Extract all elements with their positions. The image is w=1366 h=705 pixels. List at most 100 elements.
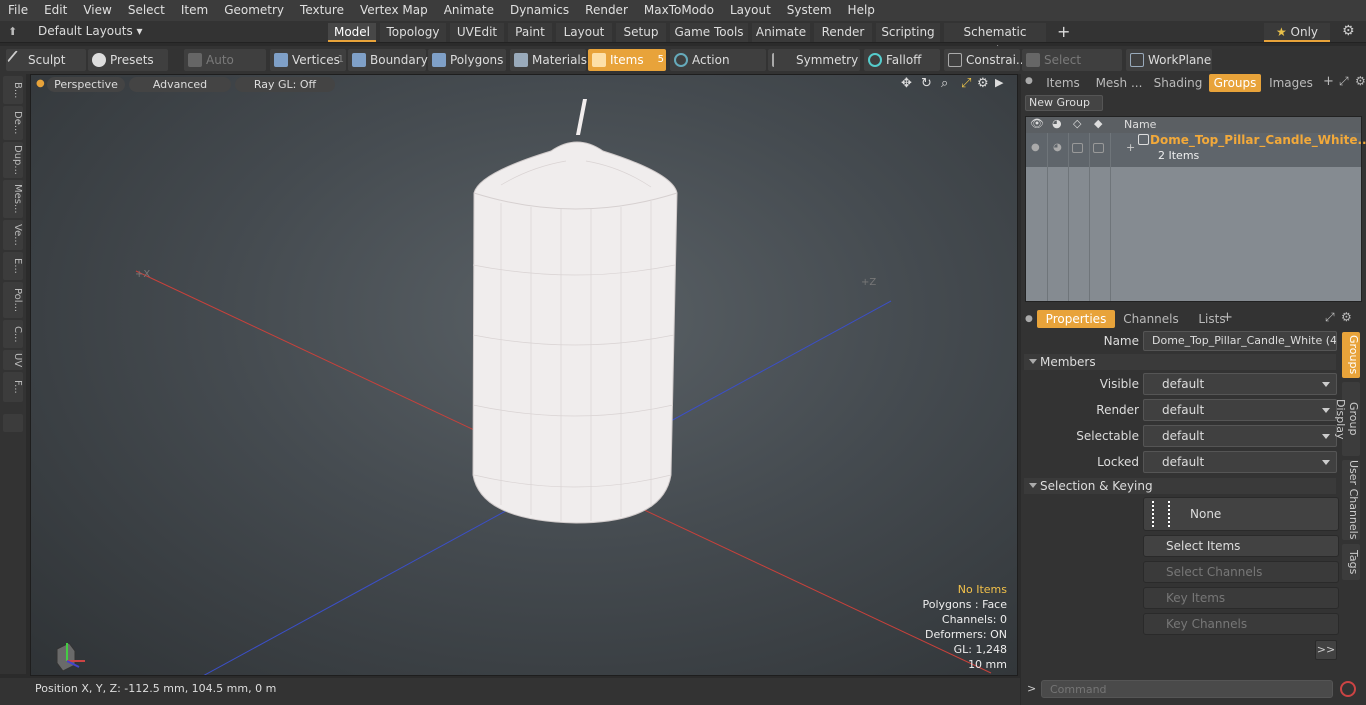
render-icon[interactable]: ◕: [1052, 117, 1062, 130]
raygl-button[interactable]: Ray GL: Off: [235, 77, 335, 92]
3d-viewport[interactable]: +X +Z ● Perspective Advanced Ray GL: Off…: [30, 74, 1018, 676]
menu-animate[interactable]: Animate: [436, 0, 502, 21]
rotate-view-icon[interactable]: ↻: [921, 76, 932, 91]
select-channels-button[interactable]: Select Channels: [1143, 561, 1339, 583]
add-props-tab-icon[interactable]: +: [1222, 310, 1233, 325]
more-button[interactable]: >>: [1315, 640, 1337, 660]
materials-button[interactable]: Materials: [510, 49, 587, 71]
constraints-button[interactable]: Constrai...: [944, 49, 1027, 71]
row-eye-icon[interactable]: ●: [1031, 142, 1040, 153]
layout-arrow-icon[interactable]: ⬆: [8, 25, 17, 38]
tab-paint[interactable]: Paint: [508, 23, 552, 42]
menu-render[interactable]: Render: [577, 0, 636, 21]
tab-game-tools[interactable]: Game Tools: [670, 23, 748, 42]
strip-tab-mesh-edit[interactable]: Mes...: [3, 180, 23, 218]
row-select-checkbox[interactable]: [1093, 143, 1104, 153]
members-section[interactable]: Members: [1024, 354, 1336, 370]
props-expand-icon[interactable]: ⤢: [1325, 310, 1335, 325]
strip-tab-duplicate[interactable]: Dup...: [3, 142, 23, 178]
presets-button[interactable]: Presets: [88, 49, 168, 71]
locked-select[interactable]: default: [1143, 451, 1337, 473]
menu-select[interactable]: Select: [120, 0, 173, 21]
row-render-icon[interactable]: ◕: [1053, 142, 1062, 153]
vtab-groups[interactable]: Groups: [1342, 332, 1360, 378]
lock-cube-icon[interactable]: ◇: [1073, 117, 1081, 130]
key-items-button[interactable]: Key Items: [1143, 587, 1339, 609]
tab-mesh[interactable]: Mesh ...: [1091, 74, 1147, 92]
menu-geometry[interactable]: Geometry: [216, 0, 292, 21]
tab-model[interactable]: Model: [328, 23, 376, 42]
auto-select-button[interactable]: Auto Select: [184, 49, 266, 89]
strip-tab-uv[interactable]: UV: [3, 350, 23, 370]
falloff-button[interactable]: Falloff: [864, 49, 940, 71]
advanced-button[interactable]: Advanced: [129, 77, 231, 92]
menu-system[interactable]: System: [779, 0, 840, 21]
add-tab-icon[interactable]: +: [1057, 22, 1070, 41]
new-group-button[interactable]: New Group: [1025, 95, 1103, 111]
vtab-user-channels[interactable]: User Channels: [1342, 460, 1360, 540]
panel-gear-icon[interactable]: ⚙: [1355, 74, 1366, 88]
vertices-button[interactable]: Vertices 1: [270, 49, 346, 71]
menu-help[interactable]: Help: [840, 0, 883, 21]
select-items-button[interactable]: Select Items: [1143, 535, 1339, 557]
select-cube-icon[interactable]: ◆: [1094, 117, 1102, 130]
key-channels-button[interactable]: Key Channels: [1143, 613, 1339, 635]
command-input[interactable]: [1041, 680, 1333, 698]
tab-uvedit[interactable]: UVEdit: [450, 23, 504, 42]
strip-tab-curve[interactable]: C...: [3, 320, 23, 348]
menu-file[interactable]: File: [0, 0, 36, 21]
strip-expand-button[interactable]: [3, 414, 23, 432]
tab-render[interactable]: Render: [814, 23, 872, 42]
select-through-button[interactable]: Select Through: [1022, 49, 1122, 89]
viewport-more-icon[interactable]: ▶: [995, 76, 1003, 89]
gear-icon[interactable]: ⚙: [1342, 23, 1355, 39]
fit-view-icon[interactable]: ⤢: [961, 76, 971, 91]
boundary-button[interactable]: Boundary: [348, 49, 428, 71]
selectable-select[interactable]: default: [1143, 425, 1337, 447]
strip-tab-vertex[interactable]: Ve...: [3, 220, 23, 250]
menu-dynamics[interactable]: Dynamics: [502, 0, 577, 21]
polygons-button[interactable]: Polygons: [428, 49, 506, 71]
tab-channels[interactable]: Channels: [1117, 310, 1185, 328]
only-toggle[interactable]: ★ Only: [1264, 23, 1330, 42]
tab-setup[interactable]: Setup: [616, 23, 666, 42]
menu-item[interactable]: Item: [173, 0, 216, 21]
menu-layout[interactable]: Layout: [722, 0, 779, 21]
render-select[interactable]: default: [1143, 399, 1337, 421]
panel-expand-icon[interactable]: ⤢: [1339, 74, 1349, 89]
menu-edit[interactable]: Edit: [36, 0, 75, 21]
layout-dropdown[interactable]: Default Layouts ▾: [38, 24, 143, 38]
group-row[interactable]: ● ◕ + Dome_Top_Pillar_Candle_White... 2 …: [1026, 133, 1366, 167]
group-name-field[interactable]: Dome_Top_Pillar_Candle_White (4): [1143, 331, 1337, 351]
tab-scripting[interactable]: Scripting: [876, 23, 940, 42]
menu-maxtomodo[interactable]: MaxToModo: [636, 0, 722, 21]
tab-layout[interactable]: Layout: [556, 23, 612, 42]
expand-plus-icon[interactable]: +: [1126, 141, 1135, 154]
props-gear-icon[interactable]: ⚙: [1341, 310, 1352, 324]
tab-properties[interactable]: Properties: [1037, 310, 1115, 328]
menu-view[interactable]: View: [75, 0, 119, 21]
vtab-group-display[interactable]: Group Display: [1334, 382, 1360, 456]
tab-topology[interactable]: Topology: [380, 23, 446, 42]
sculpt-button[interactable]: Sculpt: [6, 49, 86, 71]
visibility-eye-icon[interactable]: 👁: [1030, 117, 1044, 130]
move-view-icon[interactable]: ✥: [901, 76, 912, 91]
perspective-button[interactable]: Perspective: [47, 77, 125, 92]
menu-vertex-map[interactable]: Vertex Map: [352, 0, 436, 21]
strip-tab-fusion[interactable]: F...: [3, 372, 23, 402]
tab-groups[interactable]: Groups: [1209, 74, 1261, 92]
tab-items[interactable]: Items: [1037, 74, 1089, 92]
add-panel-tab-icon[interactable]: +: [1323, 74, 1334, 89]
items-button[interactable]: Items 5: [588, 49, 666, 71]
viewport-gear-icon[interactable]: ⚙: [977, 76, 989, 91]
selection-keying-section[interactable]: Selection & Keying: [1024, 478, 1336, 494]
action-center-button[interactable]: Action Center: [670, 49, 766, 89]
zoom-view-icon[interactable]: ⌕: [941, 76, 948, 91]
menu-texture[interactable]: Texture: [292, 0, 352, 21]
strip-tab-basic[interactable]: B...: [3, 76, 23, 104]
row-lock-checkbox[interactable]: [1072, 143, 1083, 153]
record-icon[interactable]: [1340, 681, 1356, 697]
tab-images[interactable]: Images: [1263, 74, 1319, 92]
strip-tab-polygon[interactable]: Pol...: [3, 282, 23, 318]
strip-tab-edge[interactable]: E...: [3, 252, 23, 280]
